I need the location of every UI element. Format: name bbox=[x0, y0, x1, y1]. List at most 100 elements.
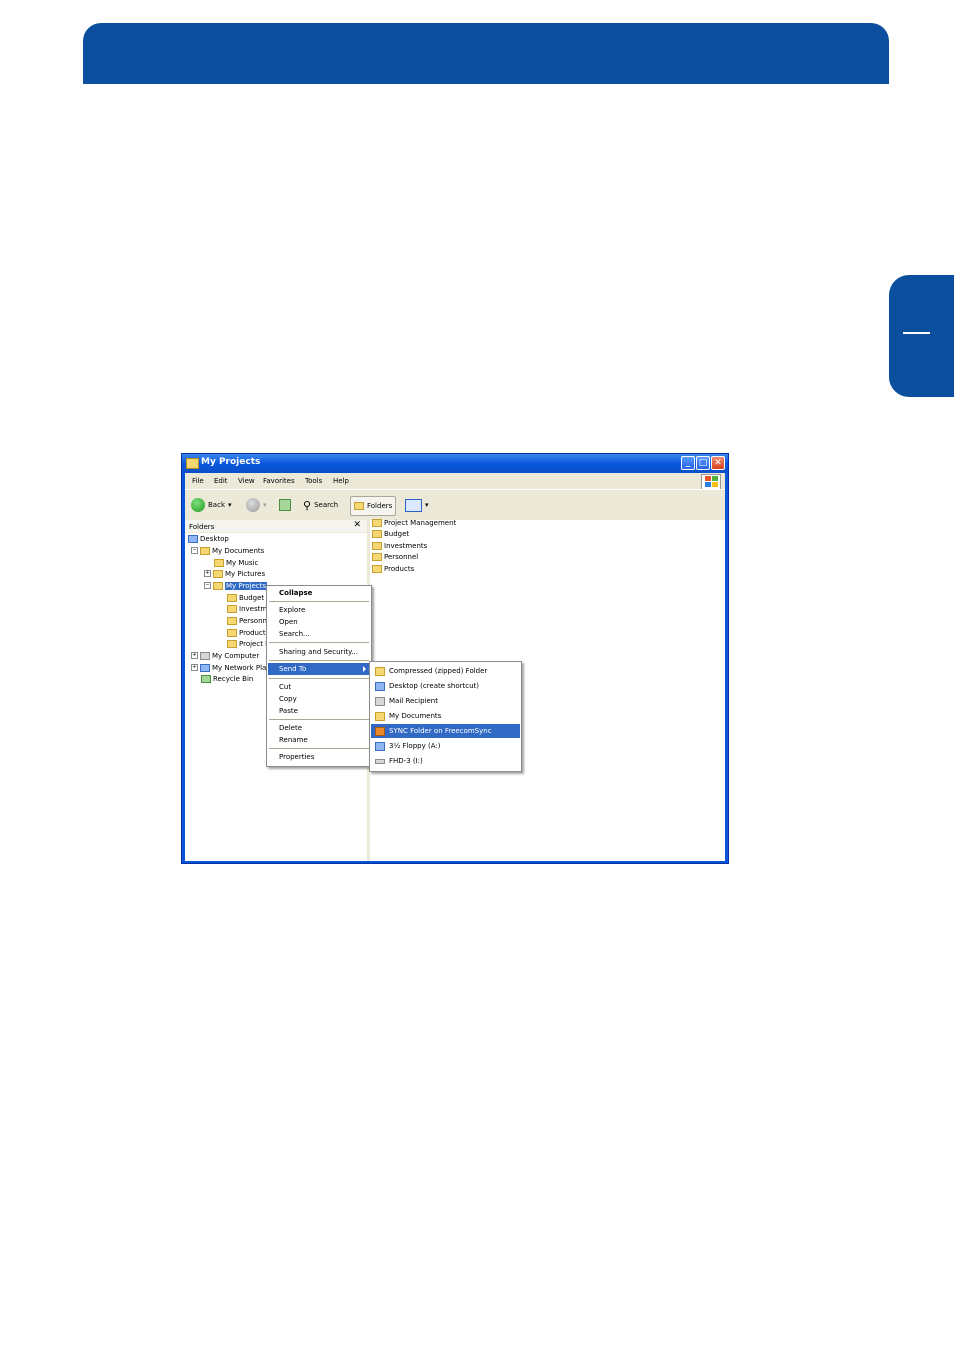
tree-item-desktop[interactable]: Desktop bbox=[188, 533, 229, 544]
menu-edit[interactable]: Edit bbox=[214, 477, 228, 485]
menu-item-open[interactable]: Open bbox=[268, 616, 370, 628]
maximize-button[interactable]: □ bbox=[696, 456, 710, 470]
zip-folder-icon bbox=[375, 666, 385, 676]
send-to-compressed-folder[interactable]: Compressed (zipped) Folder bbox=[371, 664, 520, 678]
views-button[interactable]: ▾ bbox=[405, 496, 429, 514]
folder-icon bbox=[213, 581, 223, 590]
send-to-my-documents[interactable]: My Documents bbox=[371, 709, 520, 723]
folder-icon bbox=[372, 541, 382, 550]
minimize-button[interactable]: _ bbox=[681, 456, 695, 470]
menu-help[interactable]: Help bbox=[333, 477, 349, 485]
menu-file[interactable]: File bbox=[192, 477, 204, 485]
folder-icon bbox=[227, 593, 237, 602]
menu-item-cut[interactable]: Cut bbox=[268, 681, 370, 693]
documents-icon bbox=[200, 546, 210, 555]
folders-label: Folders bbox=[367, 502, 393, 510]
menu-item-collapse[interactable]: Collapse bbox=[268, 587, 370, 599]
menu-item-copy[interactable]: Copy bbox=[268, 693, 370, 705]
close-pane-icon[interactable]: ✕ bbox=[353, 520, 361, 530]
back-button[interactable]: Back ▾ bbox=[191, 496, 232, 514]
folder-icon bbox=[227, 604, 237, 613]
network-icon bbox=[200, 663, 210, 672]
title-bar[interactable]: My Projects _ □ ✕ bbox=[182, 454, 728, 473]
menu-item-properties[interactable]: Properties bbox=[268, 751, 370, 763]
expand-icon[interactable]: + bbox=[191, 664, 198, 671]
collapse-icon[interactable]: − bbox=[191, 547, 198, 554]
chevron-down-icon: ▾ bbox=[228, 501, 232, 509]
menu-item-paste[interactable]: Paste bbox=[268, 705, 370, 717]
up-folder-icon bbox=[279, 499, 291, 511]
tree-item-investments[interactable]: Investm bbox=[227, 603, 267, 614]
folders-pane-header: Folders ✕ bbox=[185, 520, 367, 533]
folder-icon bbox=[372, 564, 382, 573]
tree-item-budget[interactable]: Budget bbox=[227, 592, 264, 603]
back-label: Back bbox=[208, 501, 225, 509]
menu-item-delete[interactable]: Delete bbox=[268, 722, 370, 734]
documents-icon bbox=[375, 711, 385, 721]
tree-item-project-management[interactable]: Project I bbox=[227, 638, 267, 649]
close-button[interactable]: ✕ bbox=[711, 456, 725, 470]
up-folder-button[interactable] bbox=[279, 496, 291, 514]
windows-logo-icon bbox=[701, 474, 721, 490]
mail-icon bbox=[375, 696, 385, 706]
menu-favorites[interactable]: Favorites bbox=[263, 477, 295, 485]
menu-bar: File Edit View Favorites Tools Help bbox=[185, 473, 725, 490]
floppy-icon bbox=[375, 741, 385, 751]
chevron-down-icon: ▾ bbox=[425, 501, 429, 509]
tree-item-personnel[interactable]: Personn bbox=[227, 615, 267, 626]
tree-item-products[interactable]: Product bbox=[227, 627, 266, 638]
send-to-submenu: Compressed (zipped) Folder Desktop (crea… bbox=[369, 661, 522, 772]
folder-icon bbox=[354, 502, 364, 510]
menu-item-rename[interactable]: Rename bbox=[268, 734, 370, 746]
page-header-bar bbox=[83, 23, 889, 84]
pictures-folder-icon bbox=[213, 569, 223, 578]
tree-item-my-projects[interactable]: − My Projects bbox=[204, 580, 268, 591]
send-to-mail-recipient[interactable]: Mail Recipient bbox=[371, 694, 520, 708]
collapse-icon[interactable]: − bbox=[204, 582, 211, 589]
chevron-down-icon: ▾ bbox=[263, 501, 267, 509]
context-menu: Collapse Explore Open Search... Sharing … bbox=[266, 585, 372, 767]
forward-arrow-icon bbox=[246, 498, 260, 512]
folder-icon bbox=[372, 552, 382, 561]
menu-item-sharing[interactable]: Sharing and Security... bbox=[268, 646, 370, 658]
tree-item-my-computer[interactable]: + My Computer bbox=[191, 650, 259, 661]
folders-button[interactable]: Folders bbox=[350, 496, 397, 516]
send-to-floppy[interactable]: 3½ Floppy (A:) bbox=[371, 739, 520, 753]
tree-item-my-documents[interactable]: − My Documents bbox=[191, 545, 264, 556]
list-item[interactable]: Budget bbox=[372, 528, 409, 539]
recycle-bin-icon bbox=[201, 674, 211, 683]
search-label: Search bbox=[314, 501, 339, 509]
search-button[interactable]: ⚲ Search bbox=[303, 496, 338, 514]
menu-tools[interactable]: Tools bbox=[305, 477, 322, 485]
tree-item-my-pictures[interactable]: + My Pictures bbox=[204, 568, 265, 579]
tree-item-recycle-bin[interactable]: Recycle Bin bbox=[201, 673, 253, 684]
views-icon bbox=[405, 498, 422, 512]
list-item[interactable]: Project Management bbox=[372, 517, 456, 528]
chapter-side-tab bbox=[889, 275, 954, 397]
forward-button[interactable]: ▾ bbox=[246, 496, 267, 514]
folder-icon bbox=[186, 458, 199, 469]
menu-item-explore[interactable]: Explore bbox=[268, 604, 370, 616]
expand-icon[interactable]: + bbox=[204, 570, 211, 577]
search-icon: ⚲ bbox=[303, 498, 312, 512]
send-to-sync-folder[interactable]: SYNC Folder on FreecomSync bbox=[371, 724, 520, 738]
menu-separator bbox=[269, 642, 369, 643]
send-to-desktop[interactable]: Desktop (create shortcut) bbox=[371, 679, 520, 693]
menu-view[interactable]: View bbox=[238, 477, 255, 485]
tree-item-my-music[interactable]: My Music bbox=[214, 557, 258, 568]
menu-separator bbox=[269, 660, 369, 661]
folders-pane-title: Folders bbox=[189, 523, 215, 531]
menu-item-search[interactable]: Search... bbox=[268, 628, 370, 640]
list-item[interactable]: Investments bbox=[372, 540, 427, 551]
tree-item-my-network-places[interactable]: + My Network Pla bbox=[191, 662, 266, 673]
desktop-icon bbox=[375, 681, 385, 691]
list-item[interactable]: Personnel bbox=[372, 551, 418, 562]
menu-separator bbox=[269, 719, 369, 720]
send-to-fhd3-drive[interactable]: FHD-3 (I:) bbox=[371, 754, 520, 768]
folder-icon bbox=[227, 616, 237, 625]
expand-icon[interactable]: + bbox=[191, 652, 198, 659]
folder-icon bbox=[227, 628, 237, 637]
list-item[interactable]: Products bbox=[372, 563, 414, 574]
drive-icon bbox=[375, 758, 385, 764]
menu-item-send-to[interactable]: Send To bbox=[268, 663, 370, 675]
